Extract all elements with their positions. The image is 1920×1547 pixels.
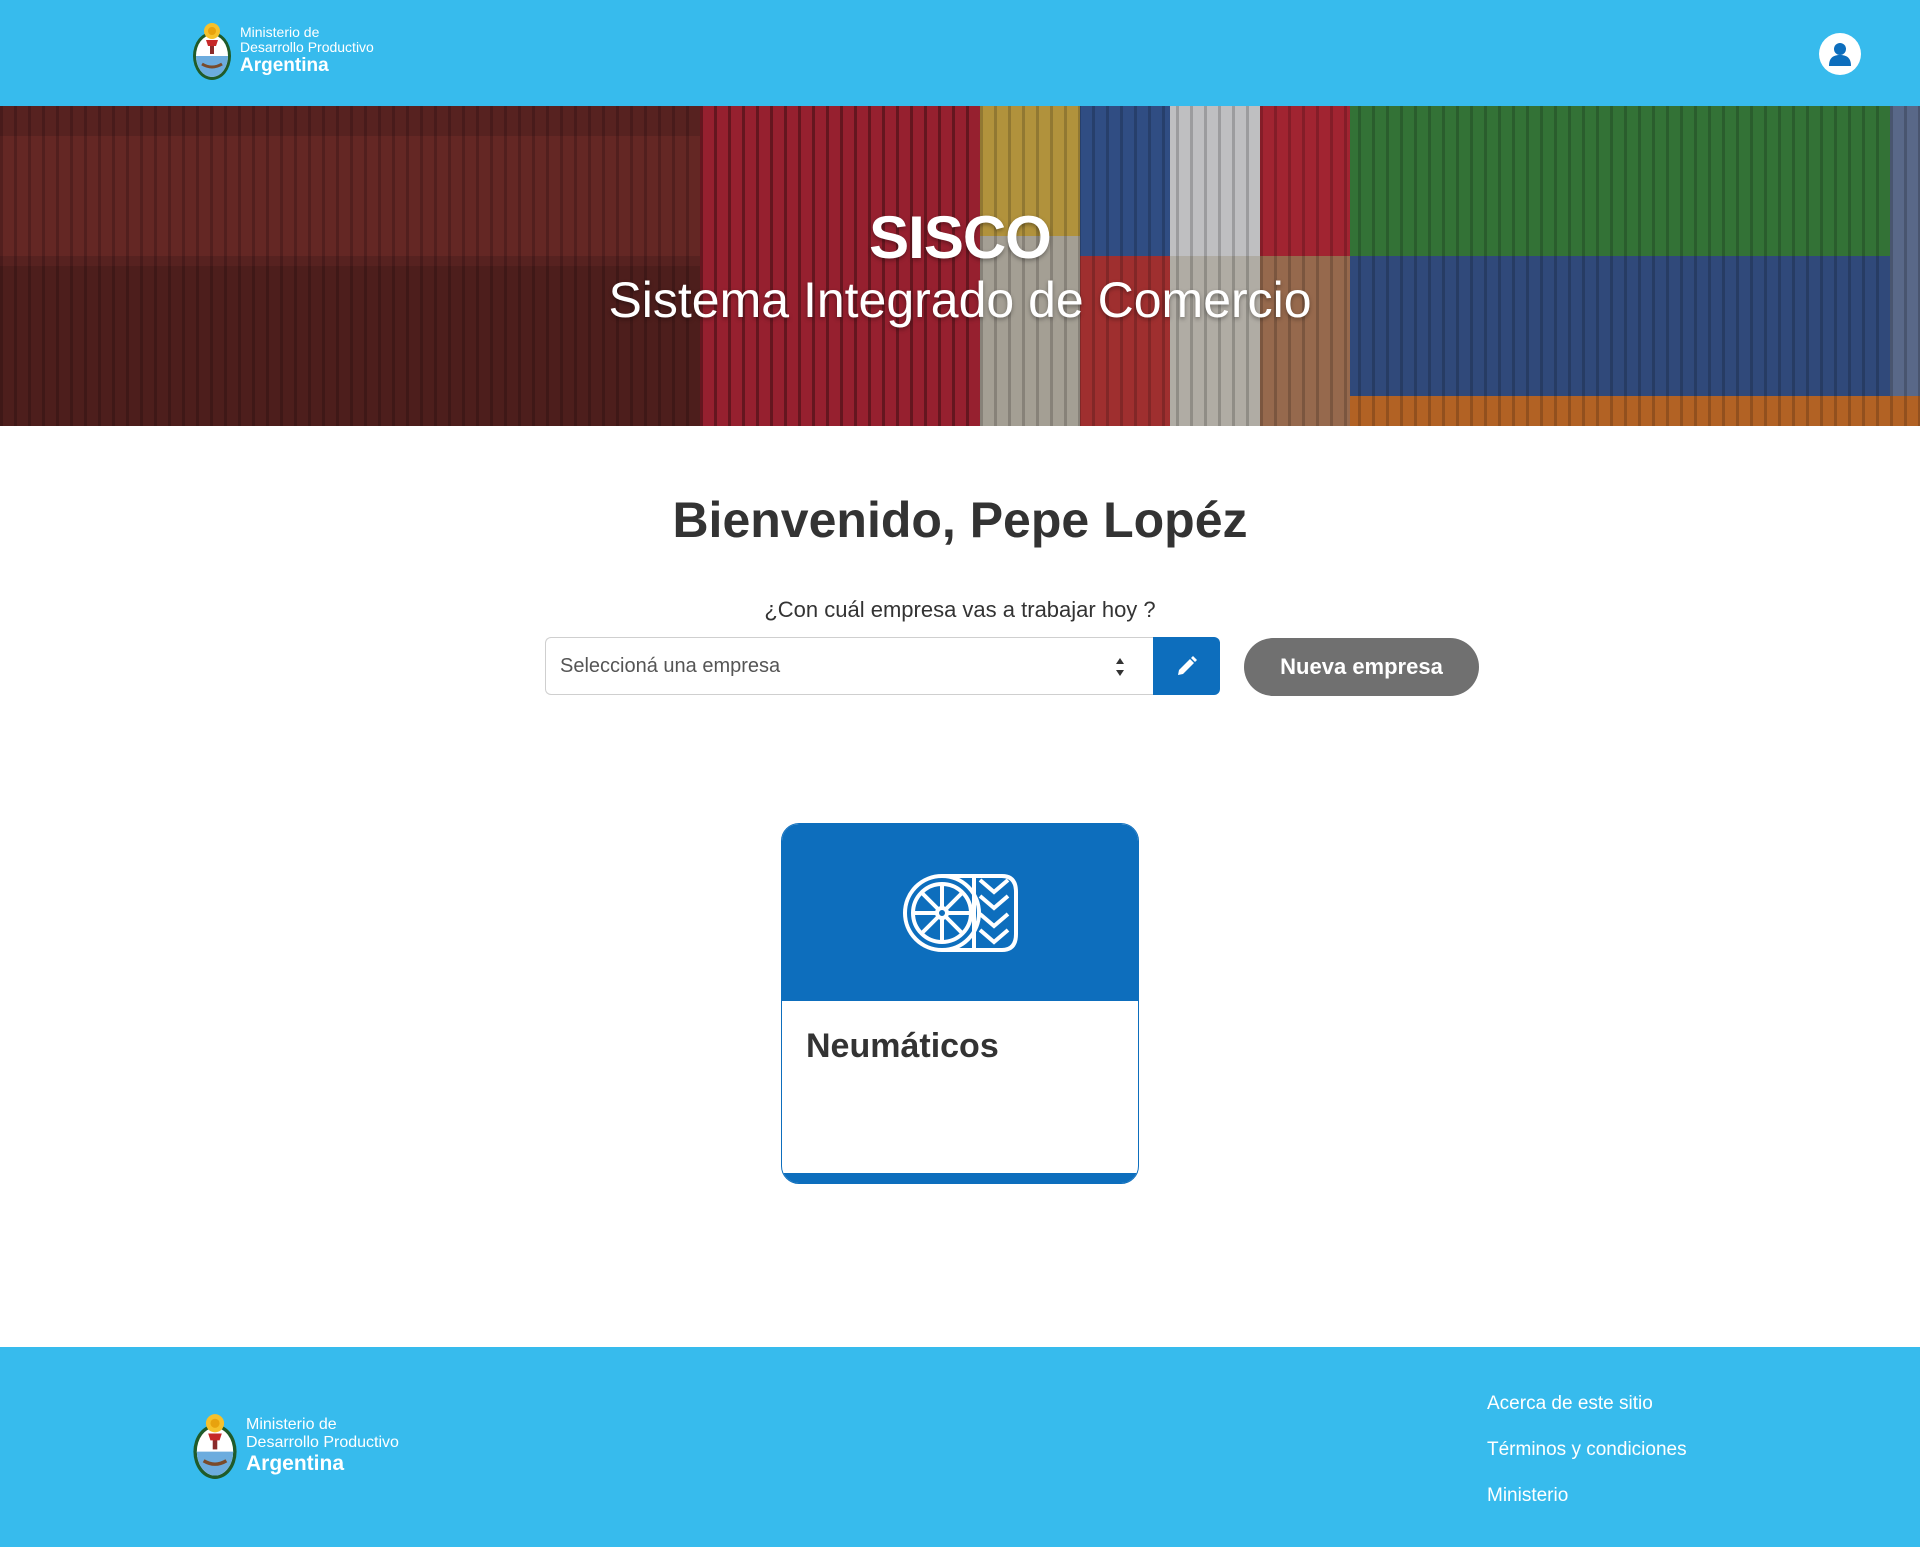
card-title: Neumáticos: [806, 1027, 999, 1065]
footer-link-terms[interactable]: Términos y condiciones: [1487, 1438, 1687, 1462]
brand-line-3: Argentina: [240, 55, 329, 76]
tire-icon: [903, 873, 1018, 952]
footer-link-ministry[interactable]: Ministerio: [1487, 1484, 1687, 1508]
ministry-logo-link[interactable]: Ministerio de Desarrollo Productivo Arge…: [190, 18, 374, 84]
select-arrows-icon: [1116, 658, 1124, 676]
new-company-button[interactable]: Nueva empresa: [1244, 638, 1479, 696]
card-header: [782, 824, 1138, 1001]
footer-ministry-logo[interactable]: Ministerio de Desarrollo Productivo Arge…: [190, 1408, 399, 1484]
hero-subtitle: Sistema Integrado de Comercio: [608, 272, 1312, 328]
footer-link-about[interactable]: Acerca de este sitio: [1487, 1392, 1687, 1416]
footer-links: Acerca de este sitio Términos y condicio…: [1487, 1392, 1687, 1530]
hero-banner: SISCO Sistema Integrado de Comercio: [0, 106, 1920, 426]
card-bottom-bar: [782, 1173, 1138, 1183]
coat-of-arms-icon: [193, 1414, 237, 1479]
company-question: ¿Con cuál empresa vas a trabajar hoy ?: [764, 597, 1156, 622]
company-select-placeholder: Seleccioná una empresa: [560, 654, 781, 677]
footer-brand-line-2: Desarrollo Productivo: [246, 1434, 399, 1451]
welcome-heading: Bienvenido, Pepe Lopéz: [672, 492, 1248, 548]
edit-company-button[interactable]: [1153, 637, 1220, 695]
module-card-neumaticos[interactable]: Neumáticos: [781, 823, 1139, 1184]
user-icon: [1829, 43, 1851, 66]
user-menu-button[interactable]: [1819, 33, 1861, 75]
brand-line-2: Desarrollo Productivo: [240, 39, 374, 55]
top-bar: Ministerio de Desarrollo Productivo Arge…: [0, 0, 1920, 106]
brand-line-1: Ministerio de: [240, 24, 320, 40]
footer-brand-line-3: Argentina: [246, 1452, 345, 1475]
company-select[interactable]: Seleccioná una empresa: [545, 637, 1153, 695]
hero-title: SISCO: [869, 204, 1052, 271]
coat-of-arms-icon: [193, 23, 231, 80]
footer-brand-line-1: Ministerio de: [246, 1416, 337, 1433]
pencil-icon: [1177, 656, 1197, 675]
